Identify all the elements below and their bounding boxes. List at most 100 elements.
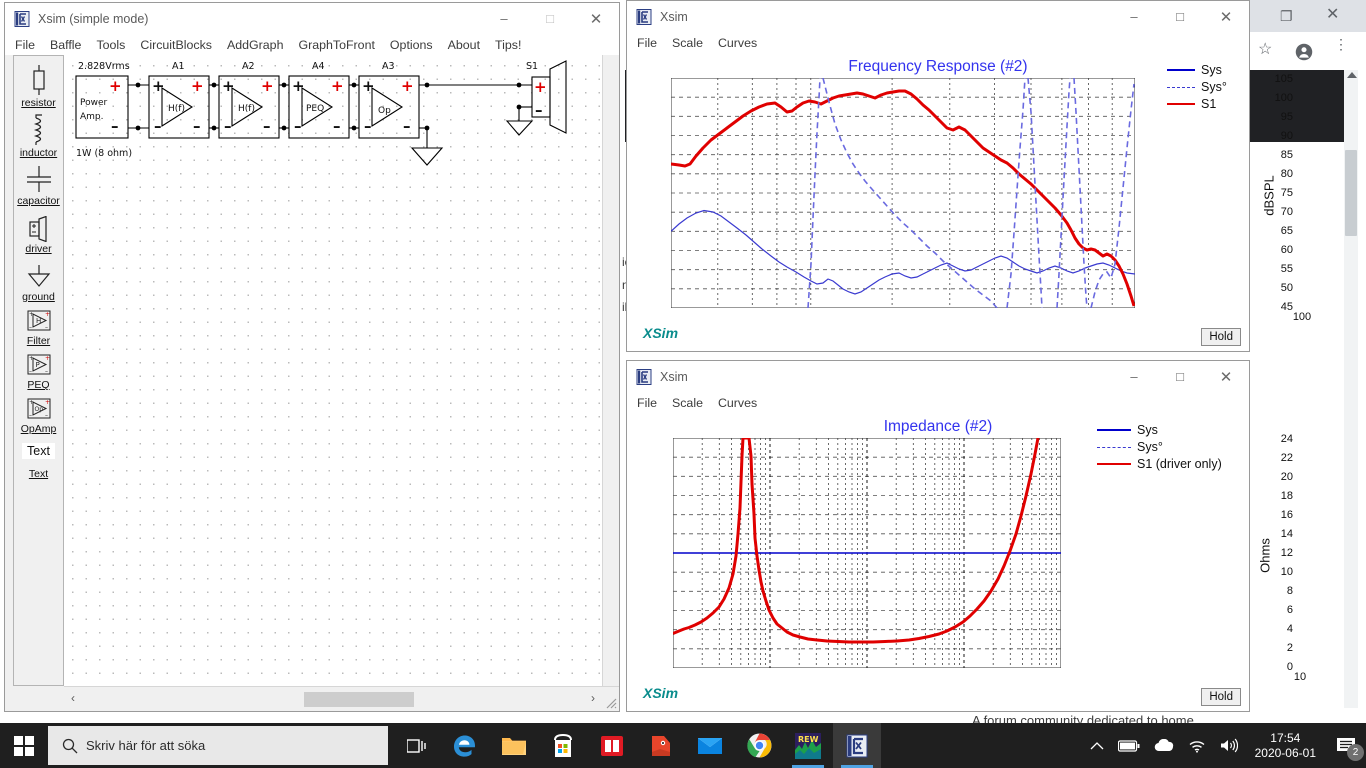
frequency-response-window[interactable]: Xsim – □ ✕ File Scale Curves Frequency R…	[626, 0, 1311, 352]
taskbar-app-mail[interactable]	[686, 723, 734, 768]
browser-hero-banner	[1246, 70, 1346, 142]
close-icon[interactable]: ✕	[1326, 7, 1339, 23]
onedrive-cloud-icon[interactable]	[1154, 739, 1174, 752]
taskbar-app-xsim[interactable]	[833, 723, 881, 768]
imp-ytick-20: 20	[1280, 471, 1293, 483]
imp-titlebar[interactable]: Xsim – □ ✕	[627, 361, 1249, 392]
svg-text:+: +	[534, 78, 547, 96]
svg-text:PEQ: PEQ	[306, 104, 324, 114]
taskbar-app-chrome[interactable]	[735, 723, 783, 768]
menu-scale[interactable]: Scale	[672, 36, 703, 50]
taskbar-app-microsoft-store[interactable]	[539, 723, 587, 768]
scroll-left-arrow-icon[interactable]: ‹	[71, 691, 75, 705]
palette-item-peq[interactable]: P + + – – PEQ	[14, 352, 63, 396]
menu-baffle[interactable]: Baffle	[50, 38, 81, 52]
taskbar-clock[interactable]: 17:54 2020-06-01	[1255, 731, 1316, 761]
scroll-up-arrow-icon[interactable]	[1347, 72, 1357, 78]
fr-hold-button[interactable]: Hold	[1201, 328, 1241, 346]
palette-item-driver[interactable]: driver	[14, 216, 63, 260]
palette-item-resistor[interactable]: resistor	[14, 56, 63, 114]
wifi-icon[interactable]	[1188, 739, 1206, 753]
menu-tips[interactable]: Tips!	[495, 38, 521, 52]
maximize-button[interactable]: □	[1157, 1, 1203, 32]
svg-text:–: –	[29, 368, 32, 375]
profile-avatar-icon[interactable]	[1295, 43, 1313, 61]
system-tray[interactable]: 17:54 2020-06-01 2	[1083, 723, 1366, 768]
ground-symbol-icon	[27, 265, 50, 287]
minimize-button[interactable]: –	[1111, 361, 1157, 392]
palette-item-text[interactable]: Text Text	[14, 443, 63, 485]
imp-plot[interactable]	[673, 438, 1061, 668]
imp-menubar[interactable]: File Scale Curves	[627, 392, 1249, 413]
canvas-hscroll-thumb[interactable]	[304, 692, 414, 707]
legend-row-sys: Sys	[1167, 63, 1227, 77]
menu-circuitblocks[interactable]: CircuitBlocks	[140, 38, 212, 52]
menu-curves[interactable]: Curves	[718, 36, 757, 50]
menu-addgraph[interactable]: AddGraph	[227, 38, 283, 52]
menu-curves[interactable]: Curves	[718, 396, 757, 410]
imp-window-buttons[interactable]: – □ ✕	[1111, 361, 1249, 392]
palette-item-ground[interactable]: ground	[14, 264, 63, 308]
windows-taskbar[interactable]: Skriv här för att söka REW 17:54 2020-06…	[0, 723, 1366, 768]
rew-icon: REW	[795, 732, 821, 759]
maximize-button[interactable]: □	[1157, 361, 1203, 392]
show-hidden-icons-chevron[interactable]	[1090, 741, 1104, 751]
taskbar-app-books[interactable]	[588, 723, 636, 768]
palette-item-inductor[interactable]: inductor	[14, 114, 63, 164]
palette-item-capacitor[interactable]: capacitor	[14, 164, 63, 212]
fr-ytick-65: 65	[1280, 225, 1293, 237]
fr-window-buttons[interactable]: – □ ✕	[1111, 1, 1249, 32]
canvas-horizontal-scrollbar[interactable]: ‹ ›	[64, 686, 619, 711]
xsim-main-menubar[interactable]: File Baffle Tools CircuitBlocks AddGraph…	[5, 34, 619, 55]
fr-plot[interactable]	[671, 78, 1135, 308]
volume-icon[interactable]	[1220, 738, 1238, 753]
svg-text:+: +	[222, 77, 235, 95]
taskbar-app-edge[interactable]	[441, 723, 489, 768]
battery-icon[interactable]	[1117, 739, 1140, 752]
xsim-main-titlebar[interactable]: Xsim (simple mode) – □ ✕	[5, 3, 619, 34]
palette-item-opamp[interactable]: Op + + – – OpAmp	[14, 396, 63, 440]
task-view-button[interactable]	[392, 723, 440, 768]
scroll-right-arrow-icon[interactable]: ›	[591, 691, 595, 705]
browser-scrollbar-thumb[interactable]	[1345, 150, 1357, 236]
xsim-main-window[interactable]: Xsim (simple mode) – □ ✕ File Baffle Too…	[4, 2, 620, 712]
imp-ytick-6: 6	[1286, 604, 1293, 616]
palette-item-filter[interactable]: H + + – – Filter	[14, 308, 63, 352]
resize-grip-icon[interactable]	[603, 695, 617, 709]
search-input[interactable]: Skriv här för att söka	[48, 726, 388, 765]
bookmark-star-icon[interactable]: ☆	[1258, 42, 1272, 58]
taskbar-app-reader[interactable]	[637, 723, 685, 768]
maximize-button[interactable]: □	[527, 3, 573, 34]
close-button[interactable]: ✕	[1203, 361, 1249, 392]
legend-row-s1: S1	[1167, 97, 1227, 111]
imp-hold-button[interactable]: Hold	[1201, 688, 1241, 706]
start-button[interactable]	[0, 723, 48, 768]
taskbar-app-rew[interactable]: REW	[784, 723, 832, 768]
menu-file[interactable]: File	[637, 396, 657, 410]
fr-titlebar[interactable]: Xsim – □ ✕	[627, 1, 1249, 32]
menu-about[interactable]: About	[448, 38, 480, 52]
legend-row-s1: S1 (driver only)	[1097, 457, 1222, 471]
close-button[interactable]: ✕	[1203, 1, 1249, 32]
xsim-main-window-buttons[interactable]: – □ ✕	[481, 3, 619, 34]
impedance-window[interactable]: Xsim – □ ✕ File Scale Curves Impedance (…	[626, 360, 1306, 712]
restore-window-icon[interactable]: ❐	[1280, 9, 1293, 23]
minimize-button[interactable]: –	[481, 3, 527, 34]
canvas-vertical-scrollbar[interactable]	[602, 55, 619, 687]
palette-label-text: Text	[28, 468, 49, 480]
menu-scale[interactable]: Scale	[672, 396, 703, 410]
taskbar-app-file-explorer[interactable]	[490, 723, 538, 768]
menu-file[interactable]: File	[637, 36, 657, 50]
schematic-canvas[interactable]: + – + + – – + + – – + + – – + + – – + –	[64, 55, 603, 687]
minimize-button[interactable]: –	[1111, 1, 1157, 32]
menu-tools[interactable]: Tools	[96, 38, 125, 52]
component-palette[interactable]: resistor inductor capacitor driver groun…	[13, 55, 64, 686]
menu-graphtofront[interactable]: GraphToFront	[298, 38, 374, 52]
menu-options[interactable]: Options	[390, 38, 433, 52]
close-button[interactable]: ✕	[573, 3, 619, 34]
kebab-menu-icon[interactable]: ⋮	[1334, 37, 1348, 51]
action-center-button[interactable]: 2	[1326, 723, 1366, 768]
menu-file[interactable]: File	[15, 38, 35, 52]
opamp-block-icon: Op + + – –	[27, 398, 50, 419]
fr-menubar[interactable]: File Scale Curves	[627, 32, 1249, 53]
